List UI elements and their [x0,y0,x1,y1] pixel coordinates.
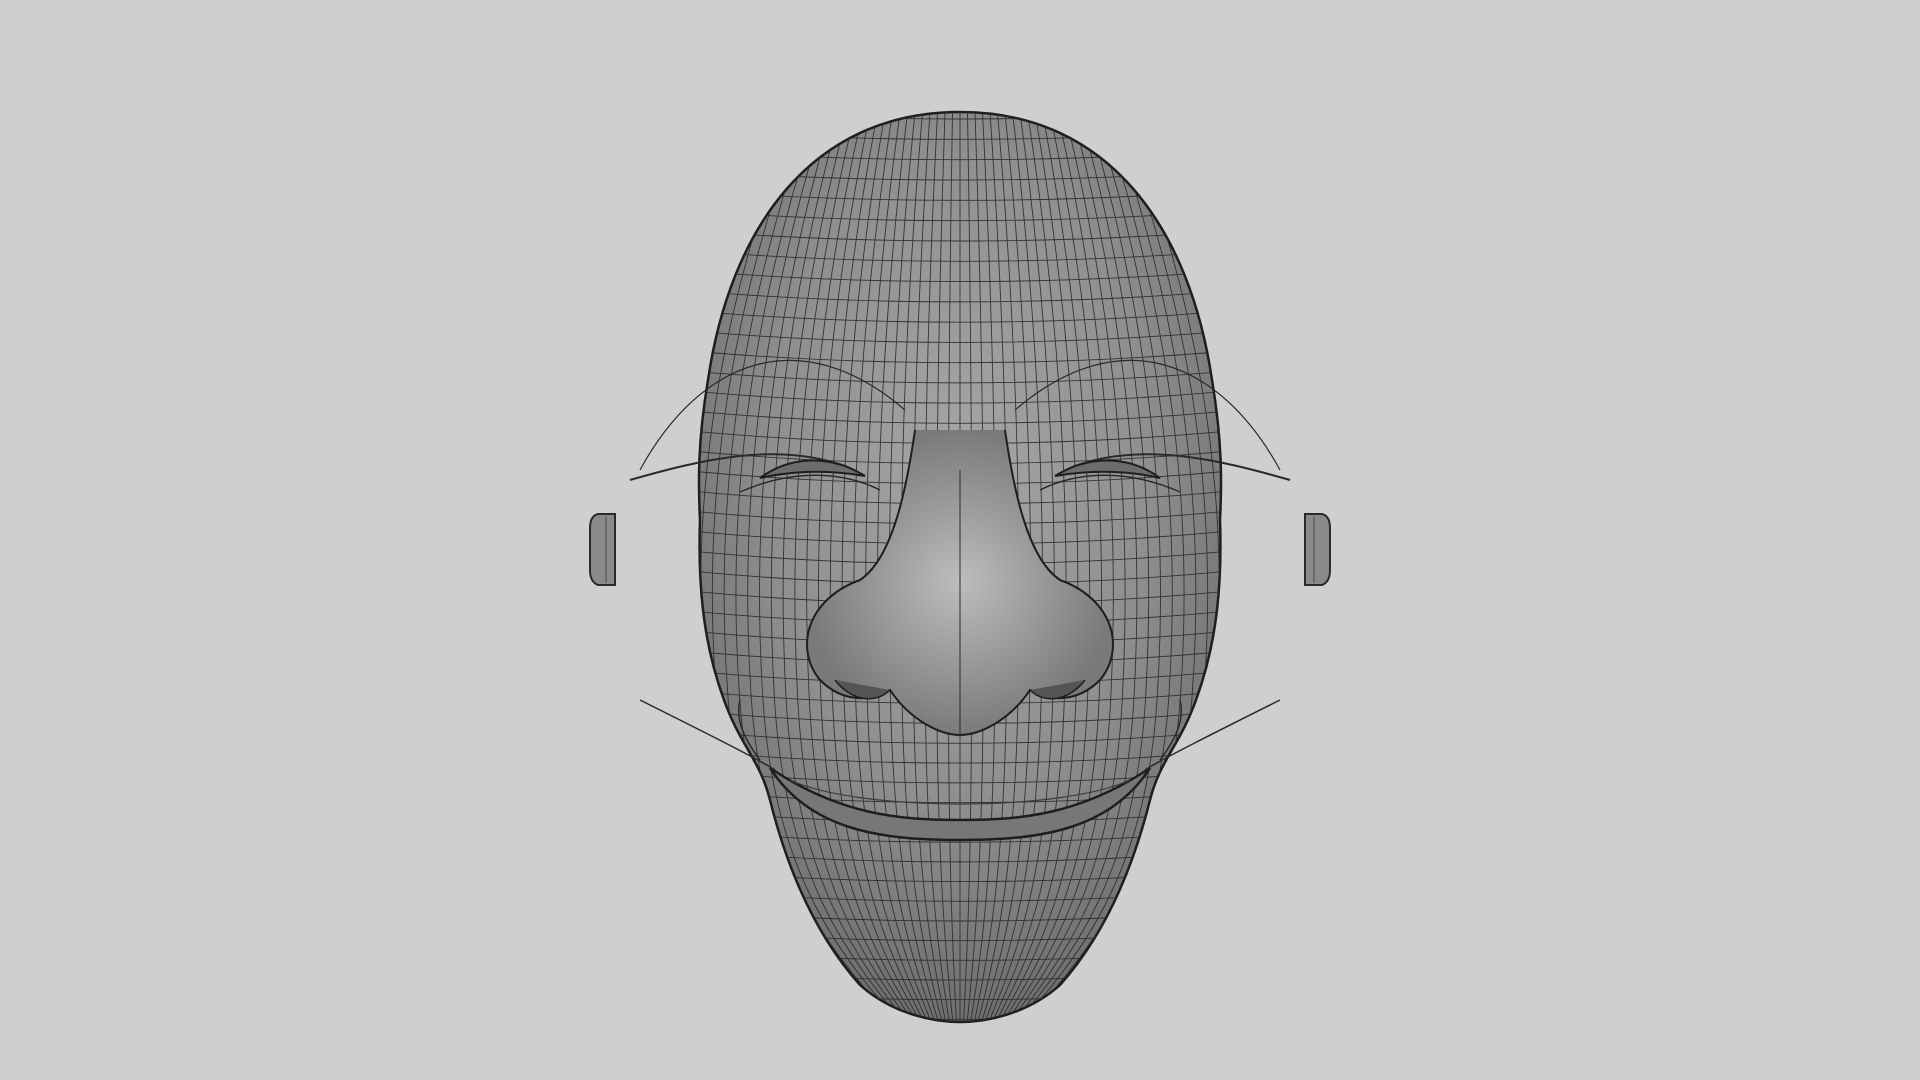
mask-mesh[interactable] [0,0,1920,1080]
3d-viewport[interactable] [0,0,1920,1080]
right-strap-tab [1304,513,1331,586]
wire-parallel [680,1030,1240,1039]
left-strap-tab [589,513,616,586]
